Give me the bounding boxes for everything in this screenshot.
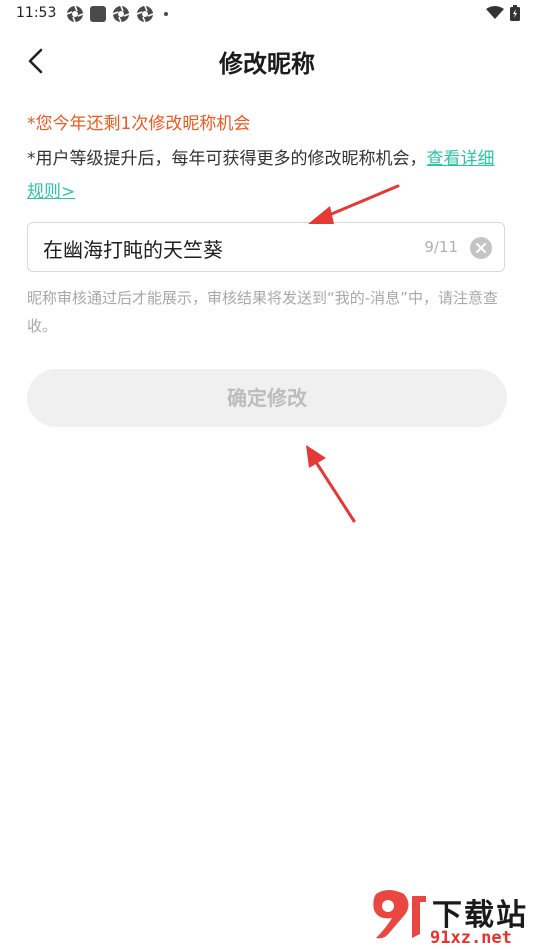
upgrade-notice: *用户等级提升后，每年可获得更多的修改昵称机会，查看详细规则> — [27, 143, 511, 209]
nickname-field[interactable]: 9/11 — [27, 222, 505, 272]
char-counter: 9/11 — [424, 238, 458, 256]
status-bar: 11:53 — [0, 0, 534, 28]
status-time: 11:53 — [16, 5, 57, 21]
aperture-icon — [66, 5, 84, 23]
wifi-icon — [486, 6, 504, 19]
aperture-icon — [112, 5, 130, 23]
upgrade-notice-text: *用户等级提升后，每年可获得更多的修改昵称机会， — [27, 149, 427, 169]
clear-circle-icon[interactable] — [470, 237, 492, 259]
notification-icons — [66, 5, 168, 23]
app-square-icon — [90, 6, 106, 22]
page-title: 修改昵称 — [219, 50, 315, 78]
watermark-domain: 91xz.net — [430, 928, 512, 948]
review-hint: 昵称审核通过后才能展示，审核结果将发送到“我的-消息”中，请注意查收。 — [27, 289, 498, 335]
battery-icon — [510, 5, 520, 21]
dot-icon — [164, 12, 168, 16]
system-icons — [486, 5, 520, 21]
aperture-icon — [136, 5, 154, 23]
header: 修改昵称 — [0, 36, 534, 86]
confirm-button[interactable]: 确定修改 — [27, 369, 507, 427]
nickname-input[interactable] — [43, 235, 403, 261]
remaining-changes-notice: *您今年还剩1次修改昵称机会 — [27, 114, 251, 134]
annotation-arrow-to-button — [306, 445, 356, 523]
